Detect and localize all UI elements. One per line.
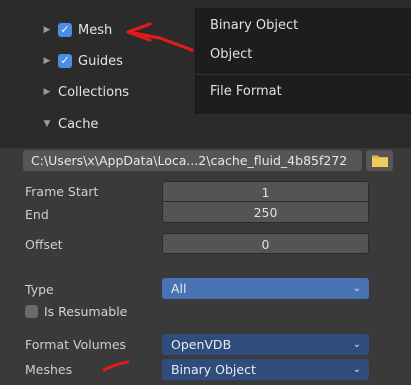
chevron-down-icon: ⌄ <box>352 364 361 375</box>
mesh-checkbox[interactable]: ✓ <box>58 23 72 37</box>
expand-arrow-icon[interactable]: ▶ <box>42 87 52 97</box>
mesh-label: Mesh <box>78 22 113 38</box>
meshes-label: Meshes <box>25 362 73 377</box>
guides-checkbox[interactable]: ✓ <box>58 54 72 68</box>
meshes-value: Binary Object <box>171 362 256 377</box>
cache-label: Cache <box>58 116 99 132</box>
offset-label: Offset <box>25 237 63 252</box>
collapse-arrow-icon[interactable]: ▼ <box>42 119 52 129</box>
frame-start-field[interactable]: 1 <box>162 181 369 202</box>
end-label: End <box>25 207 49 222</box>
end-field[interactable]: 250 <box>162 202 369 223</box>
format-volumes-value: OpenVDB <box>171 337 232 352</box>
menu-item-binary-object[interactable]: Binary Object <box>210 18 298 33</box>
format-volumes-select[interactable]: OpenVDB ⌄ <box>162 334 369 355</box>
cache-directory-field[interactable]: C:\Users\x\AppData\Loca...2\cache_fluid_… <box>23 150 362 171</box>
is-resumable-label: Is Resumable <box>44 304 128 319</box>
menu-header-file-format: File Format <box>210 84 282 99</box>
format-volumes-label: Format Volumes <box>25 337 127 352</box>
type-select-value: All <box>171 281 187 296</box>
guides-label: Guides <box>78 53 123 69</box>
menu-item-object[interactable]: Object <box>210 47 252 62</box>
is-resumable-row[interactable]: Is Resumable <box>25 304 127 319</box>
type-select[interactable]: All ⌄ <box>162 278 369 299</box>
folder-icon <box>371 155 388 167</box>
type-label: Type <box>25 282 54 297</box>
is-resumable-checkbox[interactable] <box>25 305 38 318</box>
offset-field[interactable]: 0 <box>162 233 369 254</box>
browse-folder-button[interactable] <box>366 150 393 171</box>
expand-arrow-icon[interactable]: ▶ <box>42 25 52 35</box>
chevron-down-icon: ⌄ <box>352 339 361 350</box>
meshes-select[interactable]: Binary Object ⌄ <box>162 359 369 380</box>
tree-row-guides[interactable]: ▶ ✓ Guides <box>42 49 123 73</box>
tree-row-cache[interactable]: ▼ Cache <box>42 112 99 136</box>
tree-row-collections[interactable]: ▶ Collections <box>42 80 130 104</box>
expand-arrow-icon[interactable]: ▶ <box>42 56 52 66</box>
chevron-down-icon: ⌄ <box>352 283 361 294</box>
menu-separator <box>196 74 411 75</box>
tree-row-mesh[interactable]: ▶ ✓ Mesh <box>42 18 113 42</box>
collections-label: Collections <box>58 84 130 100</box>
meshes-format-menu: Binary Object Object File Format <box>195 8 411 114</box>
frame-start-label: Frame Start <box>25 184 99 199</box>
